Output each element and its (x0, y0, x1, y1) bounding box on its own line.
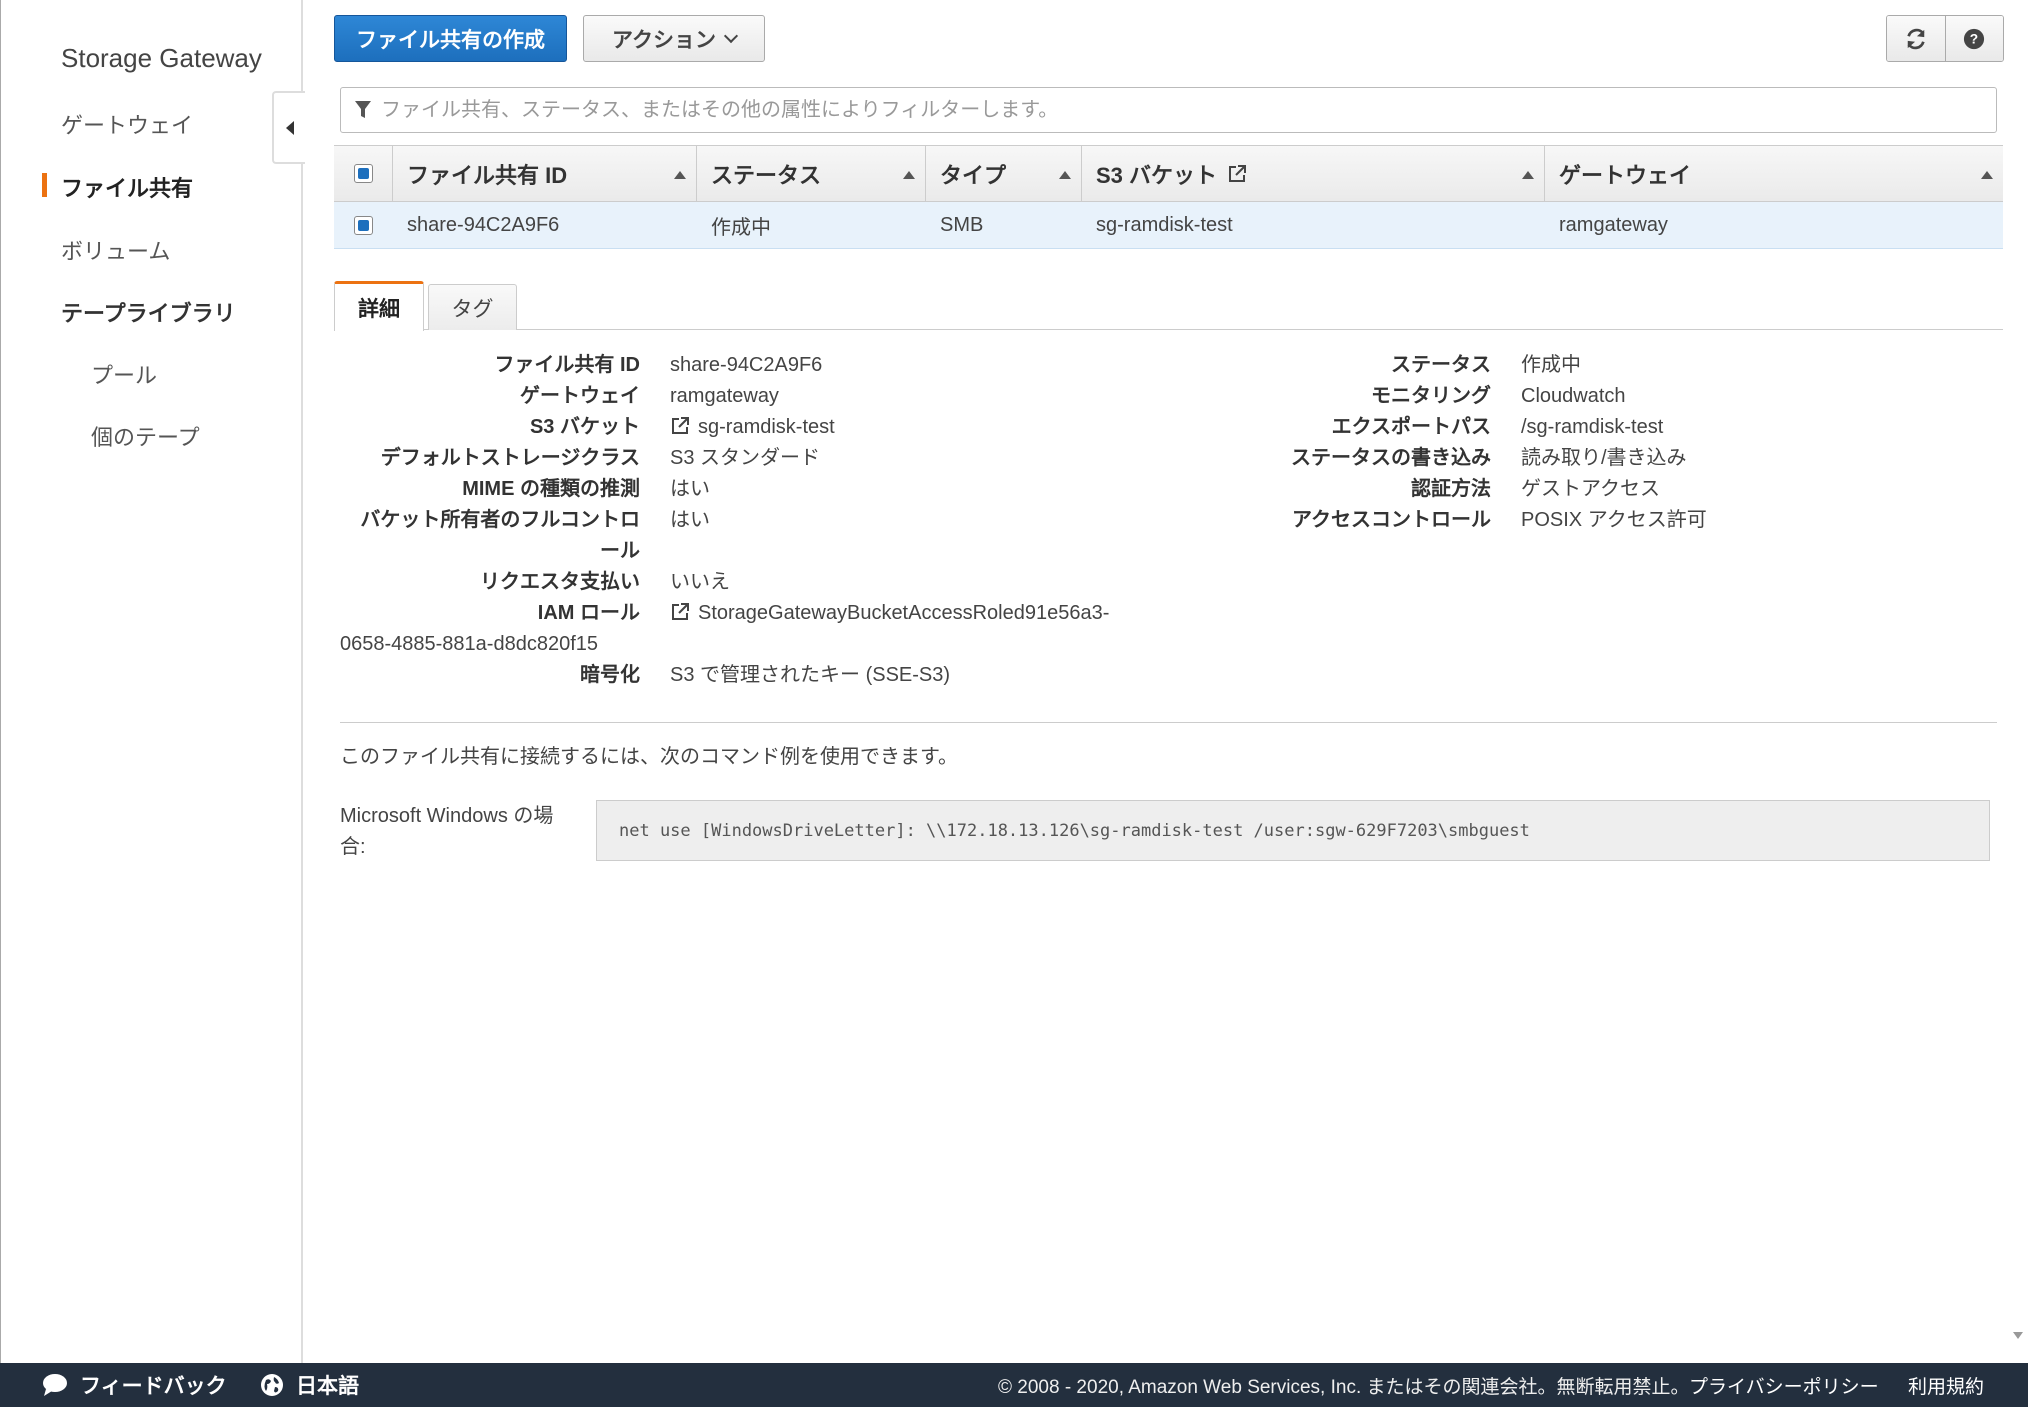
cell-status: 作成中 (711, 216, 771, 239)
detail-label-iam-role: IAM ロール (537, 602, 640, 624)
detail-label-write-status: ステータスの書き込み (1291, 447, 1491, 469)
detail-label-bucket: S3 バケット (529, 416, 640, 438)
detail-value-owner-control: はい (670, 509, 710, 531)
cell-type: SMB (940, 213, 984, 236)
external-link-icon (1229, 164, 1247, 182)
svg-text:?: ? (1970, 31, 1978, 46)
windows-label: Microsoft Windows の場合: (340, 805, 554, 858)
detail-label-auth: 認証方法 (1411, 478, 1491, 500)
speech-bubble-icon (43, 1374, 67, 1396)
detail-label-gateway: ゲートウェイ (520, 385, 640, 407)
detail-label-owner-control: バケット所有者のフルコントロ (360, 509, 640, 531)
tab-tags[interactable]: タグ (428, 284, 517, 330)
external-link-icon (672, 417, 689, 434)
cell-gateway-link[interactable]: ramgateway (1545, 202, 2003, 248)
sidebar-item-volumes[interactable]: ボリューム (61, 234, 170, 266)
feedback-button[interactable]: フィードバック (42, 1370, 227, 1400)
detail-label-export-path: エクスポートパス (1331, 416, 1491, 438)
refresh-button[interactable] (1887, 16, 1945, 61)
table-row[interactable]: share-94C2A9F6 作成中 SMB sg-ramdisk-test r… (334, 202, 2003, 249)
row-select-cell (334, 202, 393, 248)
filter-icon (355, 101, 371, 118)
filter-bar (340, 87, 1997, 133)
service-title[interactable]: Storage Gateway (61, 43, 262, 74)
detail-value-cloudwatch-link[interactable]: Cloudwatch (1521, 381, 1626, 412)
toolbar-icon-group: ? (1886, 15, 2004, 62)
detail-value-mime: はい (670, 478, 710, 500)
sort-asc-icon (1981, 171, 1993, 179)
chevron-down-icon (723, 28, 739, 44)
detail-value-storage-class: S3 スタンダード (670, 447, 821, 469)
cell-id: share-94C2A9F6 (407, 213, 560, 236)
create-file-share-button[interactable]: ファイル共有の作成 (334, 15, 567, 62)
main-content: ファイル共有の作成 アクション ? ファイル共有、ステータス、またはその他の属性… (305, 0, 2028, 1363)
column-header-status[interactable]: ステータス (697, 146, 926, 201)
sidebar-item-pools[interactable]: プール (91, 358, 157, 390)
external-link-icon (672, 603, 689, 620)
detail-value-auth: ゲストアクセス (1521, 478, 1660, 500)
cell-bucket-link[interactable]: sg-ramdisk-test (1082, 202, 1545, 248)
privacy-link[interactable]: プライバシーポリシー (1689, 1372, 1879, 1399)
detail-value-id: share-94C2A9F6 (670, 354, 823, 376)
detail-label-owner-control-cont: ール (600, 540, 640, 562)
sidebar-item-file-shares[interactable]: ファイル共有 (61, 171, 193, 203)
detail-value-iam-role-link[interactable]: StorageGatewayBucketAccessRoled91e56a3- (670, 598, 1109, 629)
help-button[interactable]: ? (1944, 16, 2003, 61)
sidebar-item-gateways[interactable]: ゲートウェイ (61, 108, 193, 140)
select-all-checkbox[interactable] (353, 164, 373, 183)
detail-value-requester-pays: いいえ (670, 571, 730, 593)
column-header-id[interactable]: ファイル共有 ID (393, 146, 697, 201)
detail-label-id: ファイル共有 ID (494, 354, 640, 376)
refresh-icon (1907, 28, 1925, 49)
section-divider (340, 722, 1997, 723)
detail-value-access-control: POSIX アクセス許可 (1521, 509, 1707, 531)
sort-asc-icon (674, 171, 686, 179)
select-all-cell (334, 146, 393, 201)
file-share-table: ファイル共有 ID ステータス タイプ S3 バケット ゲートウェイ share… (334, 145, 2003, 249)
table-header: ファイル共有 ID ステータス タイプ S3 バケット ゲートウェイ (334, 146, 2003, 202)
row-checkbox[interactable] (354, 215, 373, 235)
detail-label-status: ステータス (1391, 354, 1491, 376)
actions-label: アクション (612, 28, 716, 52)
sidebar-item-tapes[interactable]: 個のテープ (91, 420, 200, 452)
detail-value-iam-role-cont[interactable]: 0658-4885-881a-d8dc820f15 (340, 629, 598, 660)
actions-dropdown[interactable]: アクション (583, 15, 765, 62)
detail-label-monitoring: モニタリング (1371, 385, 1491, 407)
column-header-type[interactable]: タイプ (926, 146, 1082, 201)
command-example[interactable]: net use [WindowsDriveLetter]: \\172.18.1… (596, 800, 1990, 861)
connect-hint: このファイル共有に接続するには、次のコマンド例を使用できます。 (340, 746, 958, 768)
tab-details[interactable]: 詳細 (334, 281, 424, 331)
detail-label-storage-class: デフォルトストレージクラス (380, 447, 640, 469)
sort-asc-icon (1059, 171, 1071, 179)
sort-asc-icon (1522, 171, 1534, 179)
sidebar-collapse-button[interactable] (272, 91, 305, 164)
terms-link[interactable]: 利用規約 (1908, 1372, 1984, 1399)
detail-label-encryption: 暗号化 (580, 664, 640, 686)
sidebar-item-tape-library[interactable]: テープライブラリ (61, 296, 236, 328)
column-header-gateway[interactable]: ゲートウェイ (1545, 146, 2003, 201)
detail-label-requester-pays: リクエスタ支払い (480, 571, 640, 593)
detail-value-export-path: /sg-ramdisk-test (1521, 416, 1664, 438)
filter-input[interactable] (381, 98, 1981, 122)
sort-asc-icon (903, 171, 915, 179)
detail-label-access-control: アクセスコントロール (1292, 509, 1491, 531)
detail-value-status: 作成中 (1521, 354, 1581, 376)
scroll-down-arrow[interactable] (2013, 1332, 2023, 1339)
column-header-bucket[interactable]: S3 バケット (1082, 146, 1545, 201)
detail-value-write-status: 読み取り/書き込み (1521, 447, 1687, 469)
footer: フィードバック 日本語 © 2008 - 2020, Amazon Web Se… (0, 1363, 2028, 1407)
sidebar: Storage Gateway ゲートウェイ ファイル共有 ボリューム テープラ… (0, 0, 305, 1363)
language-selector[interactable]: 日本語 (260, 1370, 359, 1400)
detail-label-mime: MIME の種類の推測 (462, 478, 640, 500)
caret-left-icon (285, 120, 294, 135)
detail-value-gateway-link[interactable]: ramgateway (670, 381, 779, 412)
detail-value-bucket-link[interactable]: sg-ramdisk-test (670, 412, 835, 443)
copyright-text: © 2008 - 2020, Amazon Web Services, Inc.… (998, 1376, 1690, 1398)
detail-value-encryption: S3 で管理されたキー (SSE-S3) (670, 664, 951, 686)
detail-tabs: 詳細 タグ (334, 281, 2003, 331)
help-icon: ? (1964, 28, 1985, 49)
active-indicator (42, 173, 47, 197)
globe-icon (261, 1374, 283, 1396)
